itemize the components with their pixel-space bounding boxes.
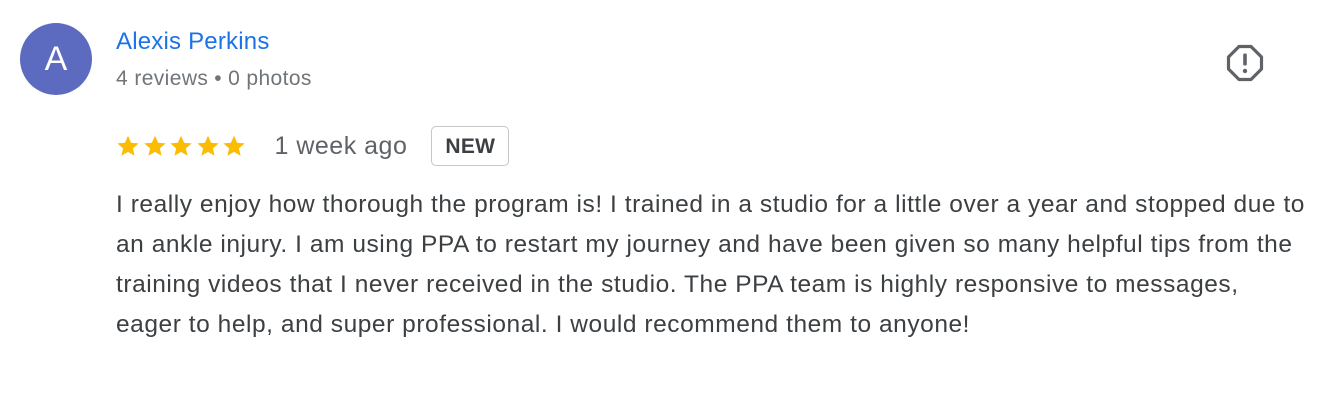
review-card: A Alexis Perkins 4 reviews • 0 photos 1 we… [0, 0, 1338, 418]
avatar[interactable]: A [20, 23, 92, 95]
star-icon [143, 135, 166, 156]
star-icon [117, 135, 139, 156]
reviewer-meta: 4 reviews • 0 photos [116, 67, 312, 91]
photos-count: 0 photos [228, 67, 312, 90]
reviewer-name[interactable]: Alexis Perkins [116, 28, 270, 56]
review-date: 1 week ago [274, 131, 408, 160]
avatar-initial: A [44, 39, 68, 78]
star-icon [223, 135, 245, 156]
star-icon [170, 135, 192, 156]
meta-separator: • [214, 67, 223, 90]
star-rating [116, 134, 249, 158]
report-icon[interactable] [1226, 44, 1264, 82]
rating-row: 1 week ago NEW [116, 122, 510, 170]
review-text: I really enjoy how thorough the program … [116, 191, 1305, 338]
new-badge: NEW [431, 126, 510, 166]
reviews-count: 4 reviews [116, 67, 209, 90]
star-icon [196, 135, 219, 156]
